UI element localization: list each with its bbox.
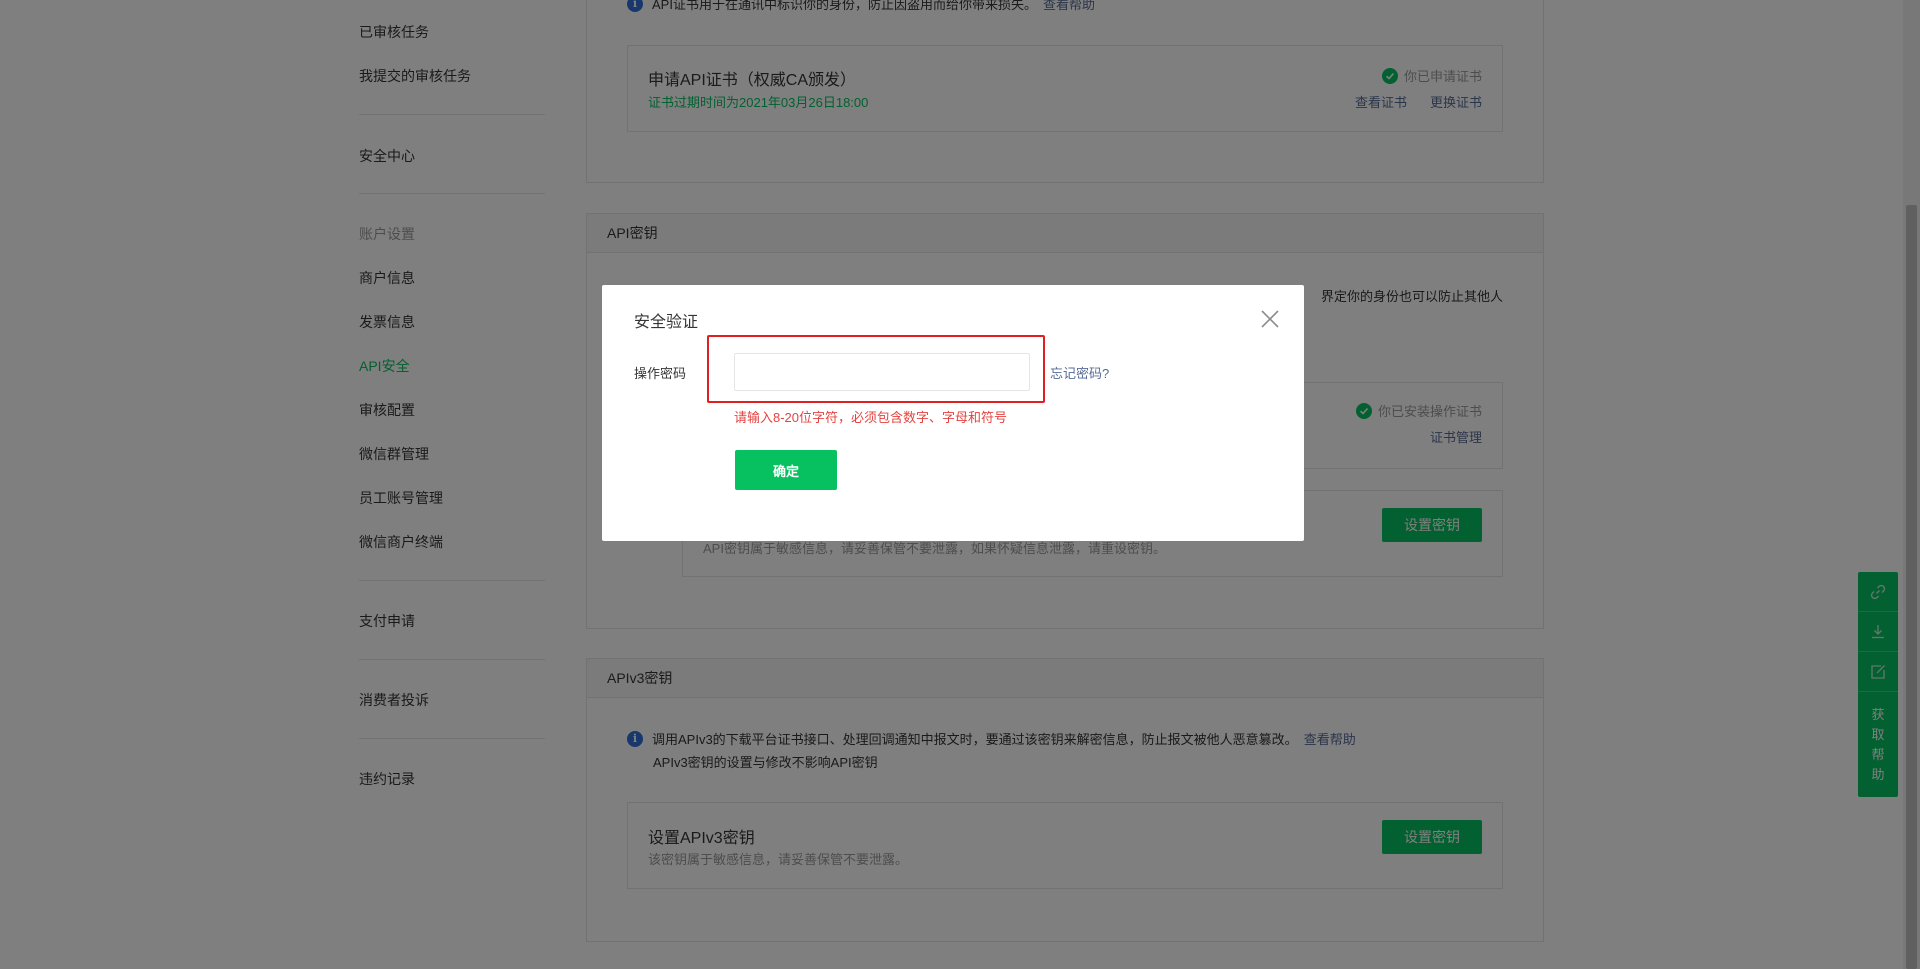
security-verification-dialog: 安全验证 操作密码 忘记密码? 请输入8-20位字符，必须包含数字、字母和符号 …: [602, 285, 1304, 541]
password-error-message: 请输入8-20位字符，必须包含数字、字母和符号: [734, 410, 1008, 425]
page: 已审核任务 我提交的审核任务 安全中心 账户设置 商户信息 发票信息 API安全…: [0, 0, 1920, 969]
operation-password-label: 操作密码: [634, 366, 687, 381]
close-button[interactable]: [1258, 307, 1282, 331]
operation-password-input[interactable]: [734, 353, 1030, 391]
dialog-title: 安全验证: [634, 314, 699, 331]
confirm-button[interactable]: 确定: [735, 450, 837, 490]
forgot-password-link[interactable]: 忘记密码?: [1050, 363, 1109, 382]
close-icon: [1261, 310, 1279, 328]
